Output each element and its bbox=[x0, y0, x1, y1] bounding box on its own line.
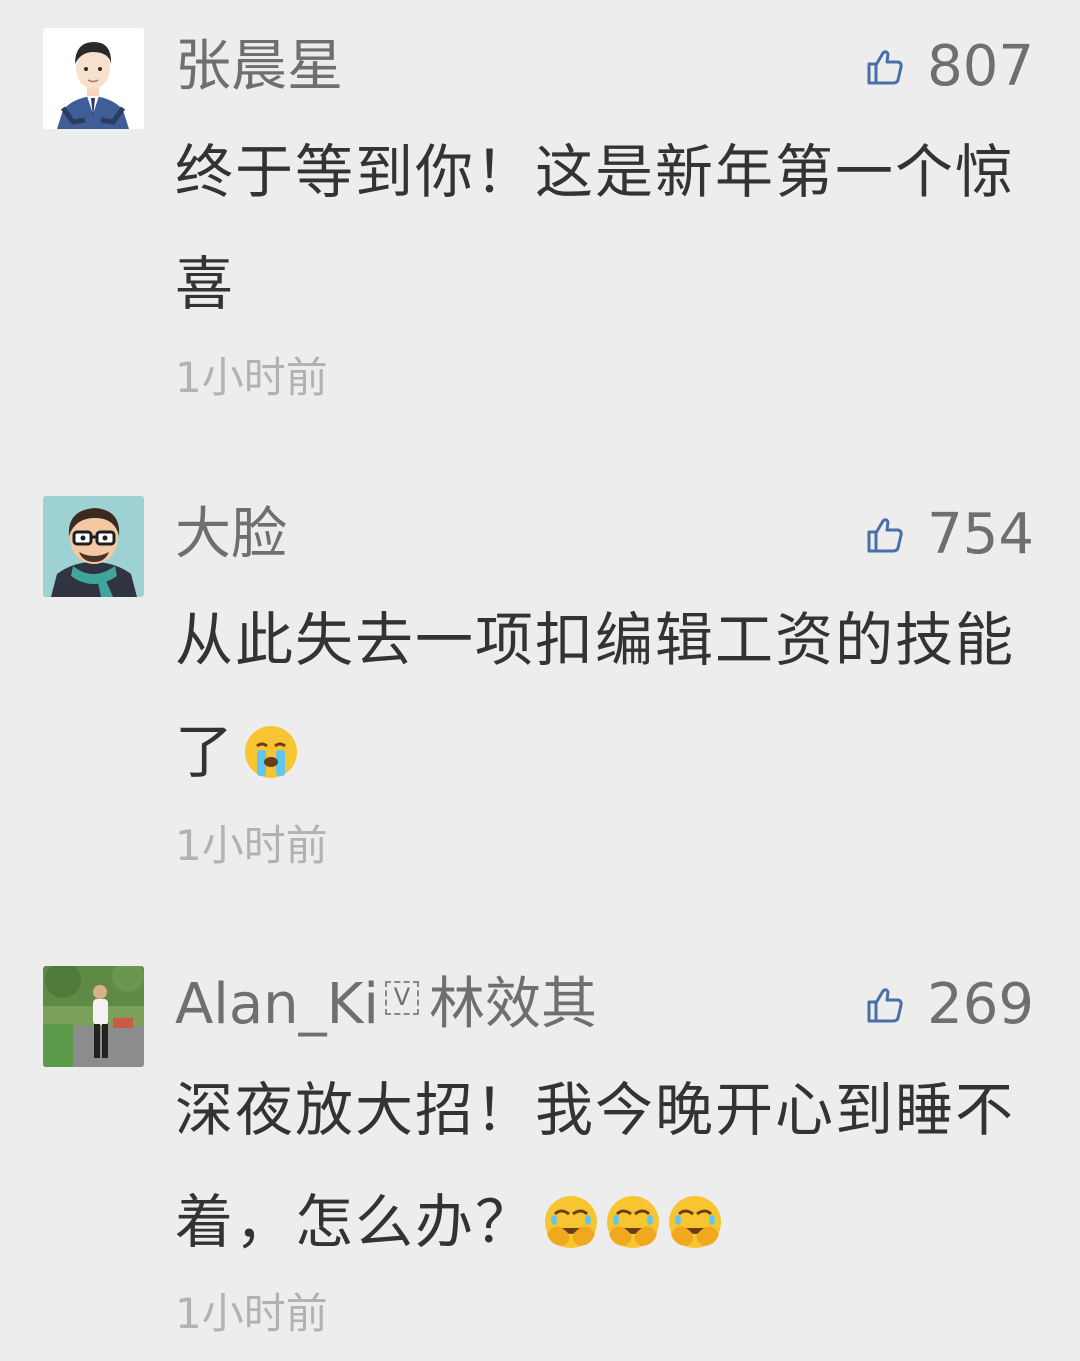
thumbs-up-icon bbox=[867, 988, 903, 1023]
author-name[interactable]: 张晨星 bbox=[175, 34, 343, 100]
facepalm-face-icon bbox=[607, 1196, 660, 1248]
like-button[interactable]: 754 bbox=[865, 502, 1034, 568]
author-name-cn: 林效其 bbox=[428, 972, 597, 1037]
comment-text-content: 从此失去一项扣编辑工资的技能了 bbox=[175, 606, 1016, 786]
avatar-photo-man-walking-icon bbox=[43, 966, 144, 1067]
timestamp: 1小时前 bbox=[175, 821, 328, 870]
facepalm-face-icon bbox=[669, 1196, 722, 1248]
avatar[interactable] bbox=[43, 966, 144, 1067]
like-button[interactable]: 807 bbox=[865, 34, 1034, 100]
verified-badge-icon: V bbox=[384, 981, 419, 1015]
crying-face-icon bbox=[245, 726, 298, 778]
like-count: 269 bbox=[927, 972, 1034, 1037]
comment-text-content: 终于等到你！这是新年第一个惊喜 bbox=[175, 138, 1016, 318]
author-name-latin: Alan_Ki bbox=[175, 972, 379, 1037]
avatar-man-with-glasses-scarf-icon bbox=[43, 496, 144, 597]
avatar-man-in-suit-icon bbox=[43, 28, 144, 129]
comment-text: 深夜放大招！我今晚开心到睡不着，怎么办？ bbox=[175, 1054, 1037, 1278]
avatar[interactable] bbox=[43, 496, 144, 597]
author-name[interactable]: Alan_Ki V 林效其 bbox=[175, 972, 597, 1038]
timestamp: 1小时前 bbox=[175, 1289, 328, 1338]
avatar[interactable] bbox=[43, 28, 144, 129]
author-name[interactable]: 大脸 bbox=[175, 502, 287, 568]
timestamp: 1小时前 bbox=[175, 353, 328, 402]
facepalm-face-icon bbox=[545, 1196, 598, 1248]
like-count: 807 bbox=[927, 34, 1034, 99]
thumbs-up-icon bbox=[867, 50, 903, 85]
thumbs-up-icon bbox=[867, 518, 903, 553]
like-count: 754 bbox=[927, 502, 1034, 567]
comment-text: 从此失去一项扣编辑工资的技能了 bbox=[175, 584, 1037, 808]
like-button[interactable]: 269 bbox=[865, 972, 1034, 1038]
comment-text: 终于等到你！这是新年第一个惊喜 bbox=[175, 116, 1037, 340]
